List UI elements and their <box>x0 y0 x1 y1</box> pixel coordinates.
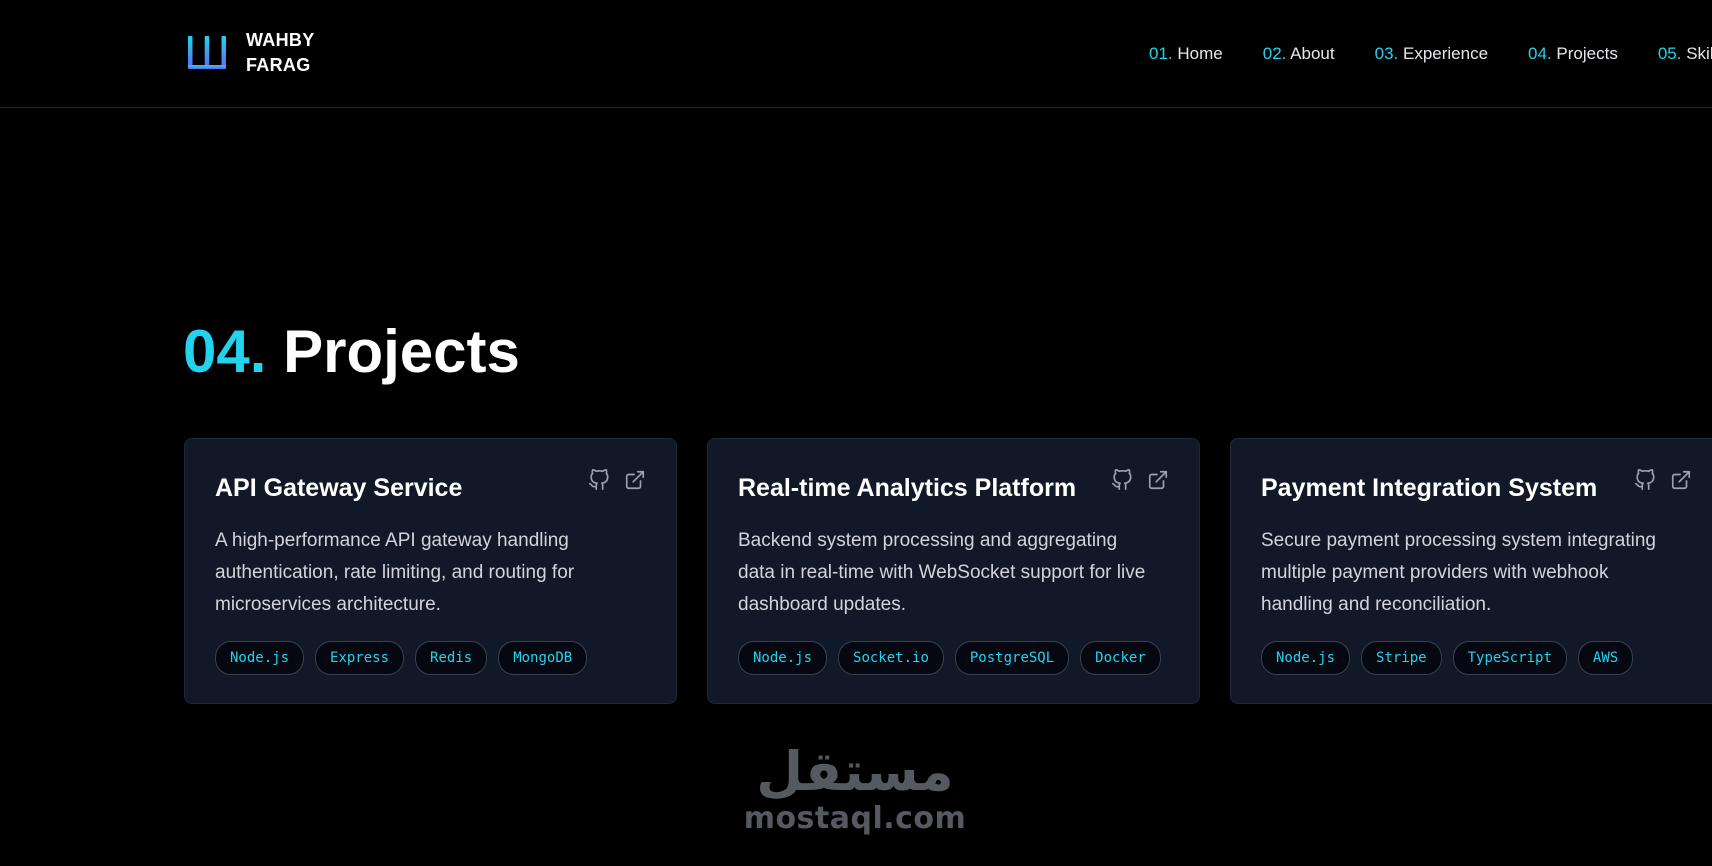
section-number: 04. <box>183 318 267 385</box>
w-monogram-icon <box>188 36 226 69</box>
nav-item-label: Skills <box>1686 44 1712 63</box>
project-description: Secure payment processing system integra… <box>1261 530 1656 615</box>
section-title: 04. Projects <box>183 316 520 388</box>
tech-tag: Socket.io <box>838 641 944 675</box>
watermark-latin: mostaql.com <box>743 801 967 836</box>
logo-text: WAHBY FARAG <box>246 28 315 78</box>
logo-name-line1: WAHBY <box>246 30 315 50</box>
logo-link[interactable]: WAHBY FARAG <box>186 28 315 78</box>
tech-tags: Node.js Express Redis MongoDB <box>215 641 588 675</box>
mostaql-watermark: مستقل mostaql.com <box>730 742 980 836</box>
project-links <box>588 469 646 491</box>
nav-item-number: 03. <box>1374 44 1399 63</box>
project-description: A high-performance API gateway handling … <box>215 530 575 615</box>
tech-tag: Node.js <box>1261 641 1351 675</box>
tech-tag: Express <box>315 641 405 675</box>
tech-tag: AWS <box>1577 641 1634 675</box>
tech-tag: Node.js <box>215 641 305 675</box>
nav-item-about[interactable]: 02. About <box>1263 40 1335 68</box>
nav-item-experience[interactable]: 03. Experience <box>1375 40 1488 68</box>
project-links <box>1111 469 1169 491</box>
project-title: API Gateway Service <box>215 474 463 502</box>
external-link-icon[interactable] <box>624 469 646 491</box>
nav-item-number: 05. <box>1657 44 1682 63</box>
project-title: Payment Integration System <box>1261 474 1598 502</box>
tech-tag: Docker <box>1080 641 1161 675</box>
nav-item-label: Home <box>1177 44 1223 63</box>
nav-item-label: Projects <box>1556 44 1618 63</box>
logo-name-line2: FARAG <box>246 55 311 75</box>
nav-item-label: Experience <box>1402 44 1489 63</box>
project-card: Payment Integration System Secure paymen… <box>1230 438 1712 704</box>
tech-tags: Node.js Stripe TypeScript AWS <box>1261 641 1634 675</box>
external-link-icon[interactable] <box>1147 469 1169 491</box>
project-description: Backend system processing and aggregatin… <box>738 530 1146 615</box>
github-icon[interactable] <box>588 469 610 491</box>
github-icon[interactable] <box>1634 469 1656 491</box>
site-header: WAHBY FARAG 01. Home 02. About 03. Exper… <box>0 0 1712 108</box>
tech-tags: Node.js Socket.io PostgreSQL Docker <box>738 641 1161 675</box>
nav-item-skills[interactable]: 05. Skills <box>1658 40 1712 68</box>
nav-item-number: 04. <box>1528 44 1552 63</box>
project-links <box>1634 469 1692 491</box>
tech-tag: MongoDB <box>498 641 588 675</box>
nav-item-home[interactable]: 01. Home <box>1149 40 1223 68</box>
main-nav: 01. Home 02. About 03. Experience 04. Pr… <box>1149 40 1712 68</box>
project-card: Real-time Analytics Platform Backend sys… <box>707 438 1200 704</box>
project-title: Real-time Analytics Platform <box>738 474 1077 502</box>
nav-item-projects[interactable]: 04. Projects <box>1528 40 1618 68</box>
tech-tag: Stripe <box>1361 641 1442 675</box>
nav-item-number: 01. <box>1149 44 1173 63</box>
external-link-icon[interactable] <box>1670 469 1692 491</box>
project-card: API Gateway Service A high-performance A… <box>184 438 677 704</box>
nav-item-label: About <box>1290 44 1335 63</box>
portfolio-page: WAHBY FARAG 01. Home 02. About 03. Exper… <box>0 0 1712 866</box>
tech-tag: Node.js <box>738 641 828 675</box>
tech-tag: Redis <box>415 641 488 675</box>
watermark-arabic: مستقل <box>756 740 954 803</box>
nav-item-number: 02. <box>1262 44 1287 63</box>
section-title-text: Projects <box>283 318 520 385</box>
tech-tag: PostgreSQL <box>954 641 1070 675</box>
tech-tag: TypeScript <box>1452 641 1567 675</box>
github-icon[interactable] <box>1111 469 1133 491</box>
